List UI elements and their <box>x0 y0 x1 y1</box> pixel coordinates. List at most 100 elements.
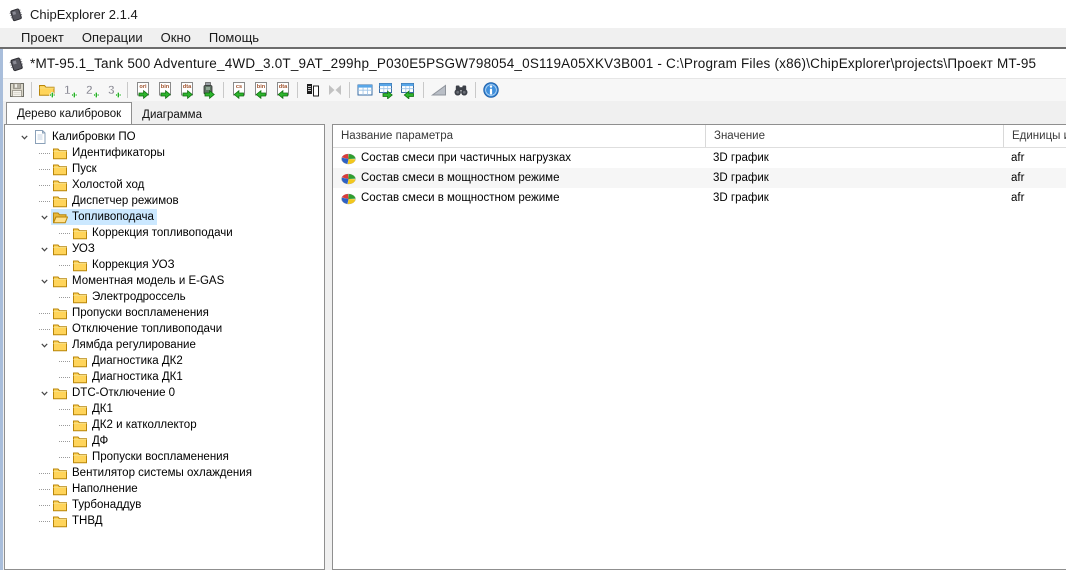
import-dta-icon[interactable]: dta <box>272 80 293 101</box>
save-icon[interactable] <box>6 80 27 101</box>
tree-item-label: DTC-Отключение 0 <box>72 387 175 399</box>
project-window: *MT-95.1_Tank 500 Adventure_4WD_3.0T_9AT… <box>0 49 1066 570</box>
folder-icon <box>52 385 68 401</box>
menu-item-3[interactable]: Окно <box>152 30 200 45</box>
tree-item-label: Диагностика ДК2 <box>92 355 183 367</box>
folder-icon <box>52 321 68 337</box>
param-table-body: Состав смеси при частичных нагрузках3D г… <box>333 148 1066 208</box>
app-titlebar: ChipExplorer 2.1.4 <box>0 0 1066 28</box>
folder-icon <box>72 433 88 449</box>
tree-item[interactable]: Диагностика ДК1 <box>5 369 324 385</box>
project-titlebar[interactable]: *MT-95.1_Tank 500 Adventure_4WD_3.0T_9AT… <box>3 49 1066 78</box>
folder-icon <box>52 241 68 257</box>
chevron-down-icon[interactable] <box>37 277 51 286</box>
add-ori-2-icon[interactable]: 2 <box>80 80 101 101</box>
tree-item[interactable]: Пуск <box>5 161 324 177</box>
chevron-down-icon[interactable] <box>37 213 51 222</box>
table-row[interactable]: Состав смеси при частичных нагрузках3D г… <box>333 148 1066 168</box>
folder-icon <box>52 161 68 177</box>
import-bin-icon[interactable]: bin <box>250 80 271 101</box>
tab-diagram[interactable]: Диаграмма <box>132 105 212 124</box>
tree-item[interactable]: ДФ <box>5 433 324 449</box>
tree-item-label: Диагностика ДК1 <box>92 371 183 383</box>
tree-item[interactable]: Турбонаддув <box>5 497 324 513</box>
chevron-down-icon[interactable] <box>37 389 51 398</box>
chevron-down-icon[interactable] <box>37 341 51 350</box>
tree-item[interactable]: Пропуски воспламенения <box>5 305 324 321</box>
svg-text:bin: bin <box>256 84 265 90</box>
tree-item-label: Моментная модель и E-GAS <box>72 275 224 287</box>
tree-item[interactable]: Топливоподача <box>5 209 324 225</box>
table-icon[interactable] <box>354 80 375 101</box>
tree-item-label: Диспетчер режимов <box>72 195 179 207</box>
tab-strip: Дерево калибровокДиаграмма <box>3 101 1066 124</box>
folder-icon <box>52 177 68 193</box>
table-row[interactable]: Состав смеси в мощностном режиме3D графи… <box>333 188 1066 208</box>
tree-item[interactable]: Моментная модель и E-GAS <box>5 273 324 289</box>
panel-splitter[interactable] <box>325 124 332 570</box>
tree-item-label: Пропуски воспламенения <box>72 307 209 319</box>
svg-text:bin: bin <box>160 84 169 90</box>
tree-item[interactable]: Калибровки ПО <box>5 129 324 145</box>
menu-item-1[interactable]: Проект <box>12 30 73 45</box>
svg-text:3: 3 <box>108 83 115 97</box>
chevron-down-icon[interactable] <box>37 245 51 254</box>
toolbar-separator <box>31 82 32 98</box>
tree-item[interactable]: Коррекция УОЗ <box>5 257 324 273</box>
tree-item[interactable]: Лямбда регулирование <box>5 337 324 353</box>
tree-item[interactable]: Коррекция топливоподачи <box>5 225 324 241</box>
slope-icon[interactable] <box>428 80 449 101</box>
col-header-units[interactable]: Единицы и <box>1003 125 1066 147</box>
add-ori-1-icon[interactable]: 1 <box>58 80 79 101</box>
info-icon[interactable] <box>480 80 501 101</box>
toolbar-separator <box>297 82 298 98</box>
import-cs-icon[interactable]: cs <box>228 80 249 101</box>
export-bin-icon[interactable]: bin <box>154 80 175 101</box>
export-dta-icon[interactable]: dta <box>176 80 197 101</box>
tree-item[interactable]: Вентилятор системы охлаждения <box>5 465 324 481</box>
tree-item[interactable]: ДК2 и катколлектор <box>5 417 324 433</box>
tree-item[interactable]: Пропуски воспламенения <box>5 449 324 465</box>
menu-item-2[interactable]: Операции <box>73 30 152 45</box>
tree-item[interactable]: Холостой ход <box>5 177 324 193</box>
svg-text:1: 1 <box>64 83 71 97</box>
add-ori-3-icon[interactable]: 3 <box>102 80 123 101</box>
folder-icon <box>52 481 68 497</box>
table-export-icon[interactable] <box>376 80 397 101</box>
param-table: Название параметра Значение Единицы и Со… <box>332 124 1066 570</box>
toolbar-separator <box>475 82 476 98</box>
tree-item[interactable]: Наполнение <box>5 481 324 497</box>
folder-icon <box>52 145 68 161</box>
merge-icon[interactable] <box>324 80 345 101</box>
table-row[interactable]: Состав смеси в мощностном режиме3D графи… <box>333 168 1066 188</box>
col-header-value[interactable]: Значение <box>705 125 1003 147</box>
tree-item[interactable]: Отключение топливоподачи <box>5 321 324 337</box>
export-ori-icon[interactable]: ori <box>132 80 153 101</box>
add-folder-icon[interactable] <box>36 80 57 101</box>
tree-item[interactable]: Идентификаторы <box>5 145 324 161</box>
tree-item-label: Наполнение <box>72 483 138 495</box>
folder-icon <box>72 369 88 385</box>
tree-item-label: ДФ <box>92 435 108 447</box>
tree-item[interactable]: Диагностика ДК2 <box>5 353 324 369</box>
toolbar-separator <box>349 82 350 98</box>
folder-icon <box>52 497 68 513</box>
tree-item[interactable]: ДК1 <box>5 401 324 417</box>
svg-text:2: 2 <box>86 83 93 97</box>
tree-item[interactable]: Диспетчер режимов <box>5 193 324 209</box>
tree-item[interactable]: DTC-Отключение 0 <box>5 385 324 401</box>
binoculars-icon[interactable] <box>450 80 471 101</box>
tree-item[interactable]: ТНВД <box>5 513 324 529</box>
col-header-name[interactable]: Название параметра <box>333 125 705 147</box>
tree-item[interactable]: Электродроссель <box>5 289 324 305</box>
tree-item[interactable]: УОЗ <box>5 241 324 257</box>
document-icon <box>32 129 48 145</box>
param-name: Состав смеси при частичных нагрузках <box>361 152 571 164</box>
menu-item-4[interactable]: Помощь <box>200 30 268 45</box>
tab-calibration-tree[interactable]: Дерево калибровок <box>6 102 132 124</box>
export-usb-icon[interactable] <box>198 80 219 101</box>
compare-chips-icon[interactable] <box>302 80 323 101</box>
chevron-down-icon[interactable] <box>17 133 31 142</box>
tree-item-label: Идентификаторы <box>72 147 165 159</box>
table-import-icon[interactable] <box>398 80 419 101</box>
